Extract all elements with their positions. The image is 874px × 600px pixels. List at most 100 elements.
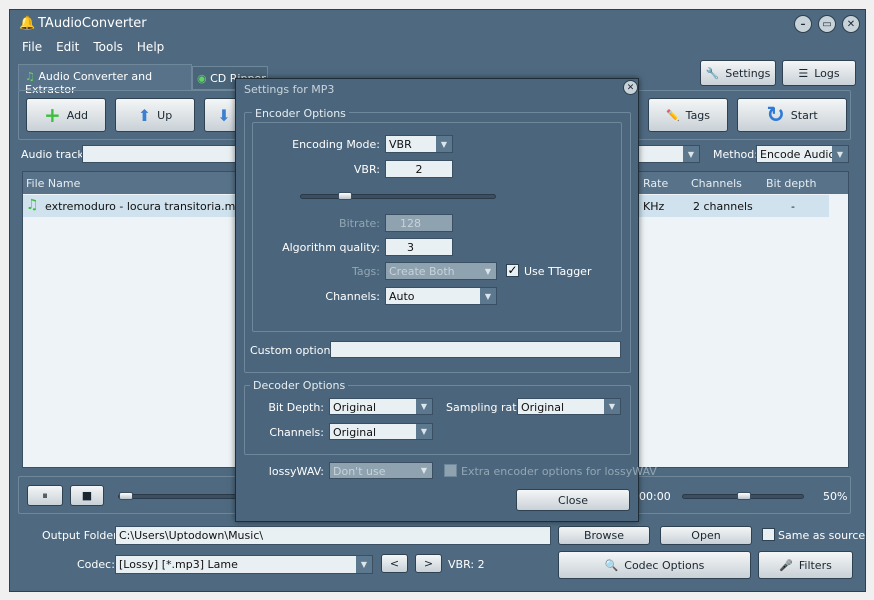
tags-label: Tags: (351, 265, 380, 278)
output-folder-input[interactable]: C:\Users\Uptodown\Music\ (115, 526, 551, 545)
algorithm-quality-spinner[interactable]: 3 (385, 238, 453, 256)
cd-icon: ◉ (197, 72, 207, 85)
tab-audio-converter[interactable]: ♫ Audio Converter and Extractor (18, 64, 192, 96)
column-channels[interactable]: Channels (691, 177, 742, 190)
chevron-down-icon: ▼ (436, 136, 452, 152)
chevron-down-icon: ▼ (683, 146, 699, 162)
stop-icon: ■ (81, 489, 93, 502)
music-note-icon: ♫ (25, 70, 35, 83)
wrench-icon: 🔧 (705, 66, 720, 80)
column-rate[interactable]: Rate (643, 177, 668, 190)
volume-slider[interactable] (682, 492, 804, 500)
logs-button[interactable]: ☰ Logs (782, 60, 856, 86)
add-button[interactable]: + Add (26, 98, 106, 132)
music-note-icon: ♫ (26, 197, 39, 213)
encoding-mode-label: Encoding Mode: (292, 138, 380, 151)
microphone-icon: 🎤 (779, 558, 793, 572)
chevron-down-icon: ▼ (356, 556, 372, 573)
refresh-icon: ↻ (766, 102, 785, 128)
lossywav-select[interactable]: Don't use ▼ (329, 462, 433, 479)
document-icon: ☰ (798, 66, 809, 80)
pencil-icon: ✏️ (665, 108, 680, 122)
time-display: 00:00 (639, 490, 671, 503)
maximize-button[interactable]: ▭ (818, 15, 836, 33)
menu-file[interactable]: File (22, 40, 42, 54)
encoding-mode-select[interactable]: VBR ▼ (385, 135, 453, 153)
custom-options-label: Custom options: (250, 344, 340, 357)
settings-dialog: Settings for MP3 ✕ Encoder Options Encod… (235, 78, 657, 522)
bitrate-spinner[interactable]: 128 (385, 214, 453, 232)
dialog-close-icon[interactable]: ✕ (623, 80, 638, 95)
column-bit-depth[interactable]: Bit depth (766, 177, 816, 190)
bitrate-label: Bitrate: (339, 217, 380, 230)
open-button[interactable]: Open (660, 526, 752, 545)
decoder-options-header: Decoder Options (250, 379, 349, 392)
vbr-input[interactable]: 2 (385, 160, 453, 178)
tags-select[interactable]: Create Both ▼ (385, 262, 497, 280)
lossywav-extra-label: Extra encoder options for lossyWAV (461, 465, 657, 478)
pause-button[interactable]: ⏸ (27, 485, 63, 506)
method-label: Method: (713, 148, 758, 161)
sampling-rate-label: Sampling rate: (446, 401, 528, 414)
encoder-channels-label: Channels: (325, 290, 380, 303)
pause-icon: ⏸ (42, 488, 48, 502)
codec-select[interactable]: [Lossy] [*.mp3] Lame ▼ (115, 555, 373, 574)
next-codec-button[interactable]: > (415, 554, 442, 573)
browse-button[interactable]: Browse (558, 526, 650, 545)
menu-edit[interactable]: Edit (56, 40, 79, 54)
use-ttagger-checkbox[interactable]: ✓ (506, 264, 519, 277)
encoder-channels-select[interactable]: Auto ▼ (385, 287, 497, 305)
algorithm-quality-label: Algorithm quality: (282, 241, 380, 254)
menu-help[interactable]: Help (137, 40, 164, 54)
chevron-down-icon: ▼ (416, 399, 432, 414)
minimize-button[interactable]: – (794, 15, 812, 33)
codec-label: Codec: (77, 558, 115, 571)
bell-icon: 🔔 (19, 16, 36, 31)
sampling-rate-select[interactable]: Original ▼ (517, 398, 621, 415)
dialog-close-button[interactable]: Close (516, 489, 630, 511)
decoder-channels-select[interactable]: Original ▼ (329, 423, 433, 440)
bit-depth-label: Bit Depth: (268, 401, 324, 414)
stop-button[interactable]: ■ (70, 485, 104, 506)
chevron-down-icon: ▼ (480, 288, 496, 304)
settings-button[interactable]: 🔧 Settings (700, 60, 776, 86)
use-ttagger-label: Use TTagger (524, 265, 592, 278)
menu-bar: File Edit Tools Help (22, 40, 164, 54)
lossywav-extra-checkbox[interactable] (444, 464, 457, 477)
vbr-slider[interactable] (300, 192, 496, 200)
vbr-slider-thumb[interactable] (338, 192, 352, 200)
magnifier-icon: 🔍 (604, 558, 619, 572)
close-button[interactable]: ✕ (842, 15, 860, 33)
plus-icon: + (43, 103, 61, 127)
previous-codec-button[interactable]: < (381, 554, 408, 573)
vbr-label: VBR: (353, 163, 380, 176)
up-button[interactable]: ⬆ Up (115, 98, 195, 132)
chevron-down-icon: ▼ (604, 399, 620, 414)
custom-options-input[interactable] (330, 341, 621, 358)
decoder-channels-label: Channels: (269, 426, 324, 439)
chevron-down-icon: ▼ (832, 146, 848, 162)
dialog-title: Settings for MP3 (244, 83, 335, 96)
method-select[interactable]: Encode Audio ▼ (756, 145, 849, 163)
chevron-down-icon: ▼ (416, 424, 432, 439)
menu-tools[interactable]: Tools (93, 40, 123, 54)
same-as-source-label: Same as source (778, 529, 866, 542)
chevron-down-icon: ▼ (416, 463, 432, 478)
filters-button[interactable]: 🎤 Filters (758, 551, 853, 579)
seek-slider[interactable] (118, 492, 238, 500)
audio-track-label: Audio track: (21, 148, 88, 161)
decoder-options-group (244, 385, 631, 455)
start-button[interactable]: ↻ Start (737, 98, 847, 132)
codec-options-button[interactable]: 🔍 Codec Options (558, 551, 751, 579)
arrow-up-icon: ⬆ (137, 105, 152, 125)
column-file-name[interactable]: File Name (26, 177, 80, 190)
same-as-source-checkbox[interactable] (762, 528, 775, 541)
volume-thumb[interactable] (737, 492, 751, 500)
lossywav-label: lossyWAV: (268, 465, 324, 478)
encoder-options-header: Encoder Options (252, 107, 349, 120)
tags-button[interactable]: ✏️ Tags (648, 98, 728, 132)
chevron-down-icon: ▼ (480, 263, 496, 279)
bit-depth-select[interactable]: Original ▼ (329, 398, 433, 415)
codec-info: VBR: 2 (448, 558, 485, 571)
volume-label: 50% (823, 490, 848, 503)
